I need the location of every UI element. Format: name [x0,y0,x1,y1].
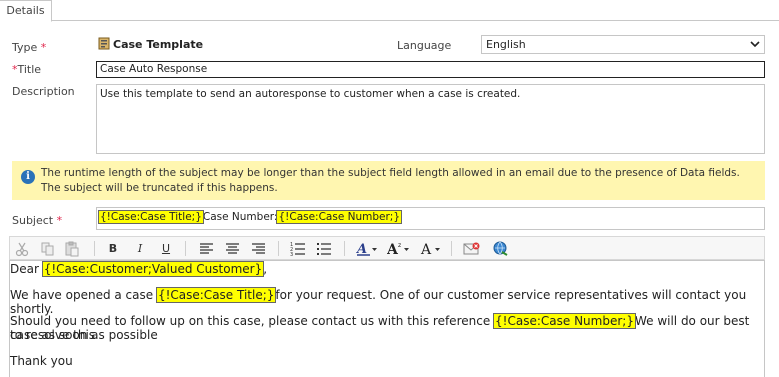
tab-details[interactable]: Details [0,0,52,22]
font-icon[interactable]: A [356,240,378,257]
type-label: Type * [12,41,46,54]
body-token-case-number[interactable]: {!Case:Case Number;} [493,313,636,329]
case-template-icon [98,37,110,50]
body-token-customer[interactable]: {!Case:Customer;Valued Customer} [41,261,265,277]
body-line-signoff: Thank you [10,354,73,368]
toolbar-separator [185,241,186,256]
body-line-case-opened: We have opened a case {!Case:Case Title;… [10,287,764,316]
body-text: Should you need to follow up on this cas… [10,314,495,328]
cut-icon[interactable] [15,240,29,257]
info-icon: i [21,170,35,184]
align-left-icon[interactable] [199,240,214,257]
greeting-suffix: , [263,262,268,276]
paste-icon[interactable] [64,240,80,257]
email-body-editor[interactable]: Dear {!Case:Customer;Valued Customer}, W… [9,260,765,377]
font-size-icon[interactable]: A z [387,240,411,257]
body-text: We have opened a case [10,288,157,302]
description-textarea[interactable]: Use this template to send an autorespons… [96,84,765,154]
required-marker: * [40,41,47,54]
subject-token-case-title[interactable]: {!Case:Case Title;} [98,210,204,224]
insert-hyperlink-icon[interactable] [492,240,510,257]
type-label-text: Type [12,41,38,54]
svg-text:A: A [420,242,432,257]
subject-input[interactable]: {!Case:Case Title;}Case Number:{!Case:Ca… [96,207,765,230]
subject-label-text: Subject [12,214,54,227]
tab-bar: Details [0,0,779,22]
body-line-follow-up-cont: case as soon as possible [10,328,158,342]
language-value: English [486,38,526,51]
toolbar-separator [278,241,279,256]
chevron-down-icon [750,41,760,48]
subject-text: Case Number: [202,211,278,223]
align-center-icon[interactable] [225,240,240,257]
svg-text:z: z [398,242,401,249]
copy-icon[interactable] [40,240,55,257]
title-label: *Title [12,63,41,76]
bullet-list-icon[interactable] [316,240,332,257]
description-label: Description [12,85,75,98]
required-marker: * [56,214,63,227]
greeting-text: Dear [10,262,43,276]
font-color-icon[interactable]: A [420,240,442,257]
title-label-text: Title [17,63,42,76]
bold-button[interactable]: B [106,240,120,257]
language-select[interactable]: English [481,35,765,54]
body-line-greeting: Dear {!Case:Customer;Valued Customer}, [10,261,268,277]
subject-token-case-number[interactable]: {!Case:Case Number;} [276,210,403,224]
insert-email-icon[interactable] [463,240,481,257]
body-token-case-title[interactable]: {!Case:Case Title;} [155,287,277,303]
numbered-list-icon[interactable]: 123 [290,240,306,257]
language-label: Language [397,39,452,52]
svg-text:3: 3 [290,252,293,257]
notice-text: The runtime length of the subject may be… [41,167,740,194]
toolbar-separator [344,241,345,256]
subject-label: Subject * [12,214,62,227]
underline-button[interactable]: U [159,240,173,257]
type-value: Case Template [113,38,204,51]
italic-button[interactable]: I [133,240,147,257]
editor-toolbar: B I U 123 A A z A [9,236,765,260]
subject-length-notice: i The runtime length of the subject may … [12,161,765,200]
title-input[interactable]: Case Auto Response [96,61,765,78]
align-right-icon[interactable] [251,240,266,257]
toolbar-separator [451,241,452,256]
toolbar-separator [94,241,95,256]
